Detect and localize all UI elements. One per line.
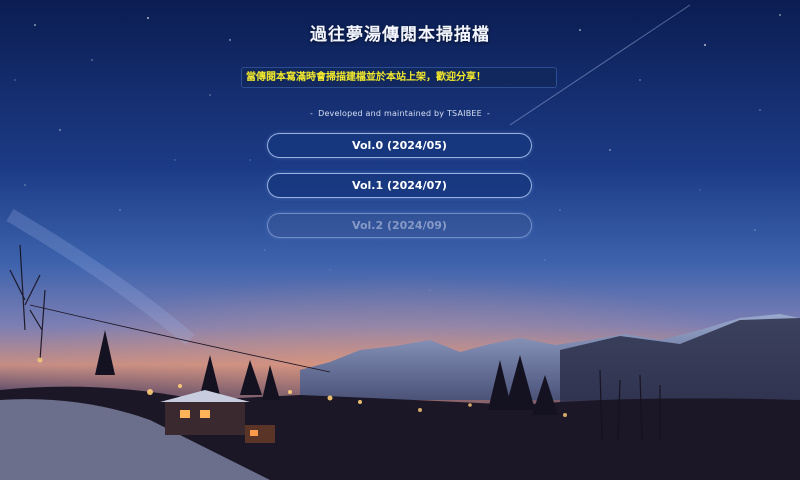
vol-0-button[interactable]: Vol.0 (2024/05) [267, 133, 532, 158]
vol-2-button: Vol.2 (2024/09) [267, 213, 532, 238]
page-content: 過往夢湯傳閱本掃描檔 當傳閱本寫滿時會掃描建檔並於本站上架，歡迎分享！ - Dev… [0, 0, 800, 480]
vol-1-button[interactable]: Vol.1 (2024/07) [267, 173, 532, 198]
credit-dash-left: - [309, 109, 314, 118]
credit-dash-right: - [486, 109, 491, 118]
developer-credit: - Developed and maintained by TSAIBEE - [0, 109, 800, 118]
page-title: 過往夢湯傳閱本掃描檔 [310, 25, 490, 45]
credit-text: Developed and maintained by TSAIBEE [318, 109, 482, 118]
notice-banner: 當傳閱本寫滿時會掃描建檔並於本站上架，歡迎分享！ [241, 67, 557, 88]
